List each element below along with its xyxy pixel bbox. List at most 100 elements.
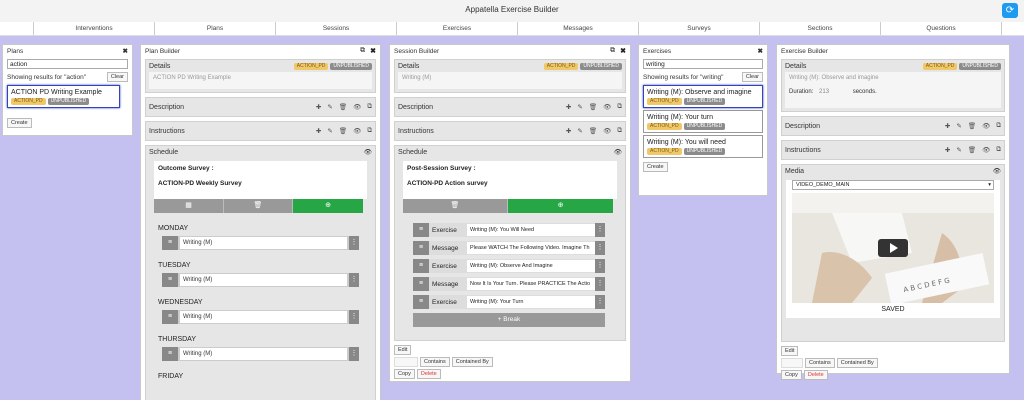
exercise-copy-button[interactable]: Copy xyxy=(781,370,802,380)
tab-questions[interactable]: Questions xyxy=(881,22,1002,35)
more-options-icon[interactable]: ⋮ xyxy=(595,241,605,255)
duration-value[interactable]: 213 xyxy=(819,89,829,95)
close-icon[interactable]: ✖ xyxy=(620,47,626,55)
session-item-row[interactable]: ≡ Message Please WATCH The Following Vid… xyxy=(413,241,605,255)
drag-handle-icon[interactable]: ≡ xyxy=(413,241,429,255)
session-item-row[interactable]: ≡ Exercise Writing (M): Observe And Imag… xyxy=(413,259,605,273)
more-options-icon[interactable]: ⋮ xyxy=(595,223,605,237)
exercise-delete-button[interactable]: Delete xyxy=(803,370,828,380)
eye-icon[interactable]: 👁 xyxy=(353,103,361,111)
exercise-name-field[interactable]: Writing (M): Observe and imagine xyxy=(789,75,997,81)
more-options-icon[interactable]: ⋮ xyxy=(349,310,359,324)
calendar-icon[interactable]: ▦ xyxy=(154,199,224,213)
exercises-search-input[interactable]: writing xyxy=(643,59,763,69)
pencil-icon[interactable]: ✎ xyxy=(327,103,332,111)
pencil-icon[interactable]: ✎ xyxy=(327,127,332,135)
plus-icon[interactable]: ✚ xyxy=(316,127,321,135)
play-icon[interactable] xyxy=(878,239,908,257)
drag-handle-icon[interactable]: ≡ xyxy=(413,277,429,291)
session-edit-button[interactable]: Edit xyxy=(394,345,412,355)
day-item-row[interactable]: ≡ Writing (M) ⋮ xyxy=(162,273,359,287)
trash-icon[interactable]: 🗑 xyxy=(403,199,508,213)
tab-plans[interactable]: Plans xyxy=(155,22,276,35)
pencil-icon[interactable]: ✎ xyxy=(577,127,582,135)
session-item-row[interactable]: ≡ Exercise Writing (M): Your Turn ⋮ xyxy=(413,295,605,309)
eye-icon[interactable]: 👁 xyxy=(603,127,611,135)
eye-icon[interactable]: 👁 xyxy=(993,167,1001,175)
plans-clear-button[interactable]: Clear xyxy=(106,72,128,82)
session-copy-button[interactable]: Copy xyxy=(394,369,415,379)
trash-icon[interactable]: 🗑 xyxy=(589,127,597,135)
trash-icon[interactable]: 🗑 xyxy=(339,103,347,111)
drag-handle-icon[interactable]: ≡ xyxy=(413,259,429,273)
exercises-clear-button[interactable]: Clear xyxy=(741,72,763,82)
copy-icon[interactable]: ⧉ xyxy=(367,103,372,111)
exercise-contains-button[interactable]: Contains xyxy=(805,358,835,368)
copy-icon[interactable]: ⧉ xyxy=(360,47,365,55)
session-name-field[interactable]: Writing (M) xyxy=(398,72,622,89)
more-options-icon[interactable]: ⋮ xyxy=(349,347,359,361)
eye-icon[interactable]: 👁 xyxy=(614,148,622,156)
exercise-faint-button[interactable] xyxy=(781,358,803,368)
pencil-icon[interactable]: ✎ xyxy=(956,122,961,130)
tab-sections[interactable]: Sections xyxy=(760,22,881,35)
session-contained-by-button[interactable]: Contained By xyxy=(451,357,493,367)
more-options-icon[interactable]: ⋮ xyxy=(349,273,359,287)
media-select[interactable]: VIDEO_DEMO_MAIN ▾ xyxy=(792,180,994,190)
exercise-contained-by-button[interactable]: Contained By xyxy=(836,358,878,368)
session-contains-button[interactable]: Contains xyxy=(420,357,450,367)
tab-sessions[interactable]: Sessions xyxy=(276,22,397,35)
copy-icon[interactable]: ⧉ xyxy=(996,146,1001,154)
eye-icon[interactable]: 👁 xyxy=(603,103,611,111)
eye-icon[interactable]: 👁 xyxy=(364,148,372,156)
trash-icon[interactable]: 🗑 xyxy=(968,146,976,154)
plan-name-field[interactable]: ACTION PD Writing Example xyxy=(149,72,372,89)
plus-icon[interactable]: ✚ xyxy=(316,103,321,111)
more-options-icon[interactable]: ⋮ xyxy=(595,277,605,291)
session-delete-button[interactable]: Delete xyxy=(416,369,441,379)
trash-icon[interactable]: 🗑 xyxy=(589,103,597,111)
more-options-icon[interactable]: ⋮ xyxy=(349,236,359,250)
exercises-create-button[interactable]: Create xyxy=(643,162,668,172)
trash-icon[interactable]: 🗑 xyxy=(224,199,293,213)
drag-handle-icon[interactable]: ≡ xyxy=(162,347,178,361)
copy-icon[interactable]: ⧉ xyxy=(617,127,622,135)
add-break-button[interactable]: + Break xyxy=(413,313,605,327)
session-item-row[interactable]: ≡ Message Now It Is Your Turn. Please PR… xyxy=(413,277,605,291)
drag-handle-icon[interactable]: ≡ xyxy=(413,223,429,237)
copy-icon[interactable]: ⧉ xyxy=(617,103,622,111)
plus-icon[interactable]: ✚ xyxy=(566,103,571,111)
eye-icon[interactable]: 👁 xyxy=(982,122,990,130)
eye-icon[interactable]: 👁 xyxy=(353,127,361,135)
exercise-card[interactable]: Writing (M): You will need ACTION_PD UNP… xyxy=(643,135,763,158)
plan-card[interactable]: ACTION PD Writing Example ACTION_PD UNPU… xyxy=(7,85,120,108)
exercise-edit-button[interactable]: Edit xyxy=(781,346,799,356)
exercise-card[interactable]: Writing (M): Observe and imagine ACTION_… xyxy=(643,85,763,108)
pencil-icon[interactable]: ✎ xyxy=(956,146,961,154)
day-item-row[interactable]: ≡ Writing (M) ⋮ xyxy=(162,347,359,361)
drag-handle-icon[interactable]: ≡ xyxy=(413,295,429,309)
more-options-icon[interactable]: ⋮ xyxy=(595,295,605,309)
trash-icon[interactable]: 🗑 xyxy=(339,127,347,135)
close-icon[interactable]: ✖ xyxy=(123,47,128,55)
refresh-icon[interactable]: ⟳ xyxy=(1002,3,1018,18)
tab-blank[interactable] xyxy=(0,22,34,35)
copy-icon[interactable]: ⧉ xyxy=(367,127,372,135)
eye-icon[interactable]: 👁 xyxy=(982,146,990,154)
pencil-icon[interactable]: ✎ xyxy=(577,103,582,111)
drag-handle-icon[interactable]: ≡ xyxy=(162,236,178,250)
day-item-row[interactable]: ≡ Writing (M) ⋮ xyxy=(162,310,359,324)
plans-create-button[interactable]: Create xyxy=(7,118,32,128)
tab-surveys[interactable]: Surveys xyxy=(639,22,760,35)
drag-handle-icon[interactable]: ≡ xyxy=(162,310,178,324)
close-icon[interactable]: ✖ xyxy=(370,47,376,55)
trash-icon[interactable]: 🗑 xyxy=(968,122,976,130)
plus-icon[interactable]: ✚ xyxy=(945,122,950,130)
close-icon[interactable]: ✖ xyxy=(758,47,763,55)
plus-icon[interactable]: ✚ xyxy=(566,127,571,135)
copy-icon[interactable]: ⧉ xyxy=(610,47,615,55)
video-player[interactable]: A B C D E F G xyxy=(792,193,994,303)
drag-handle-icon[interactable]: ≡ xyxy=(162,273,178,287)
plans-search-input[interactable]: action xyxy=(7,59,128,69)
plus-icon[interactable]: ✚ xyxy=(945,146,950,154)
